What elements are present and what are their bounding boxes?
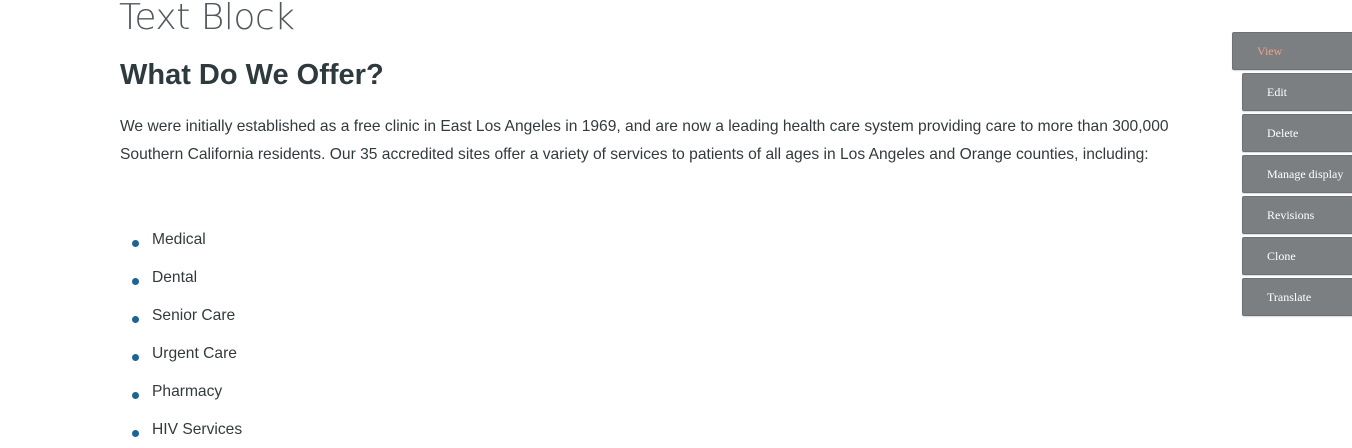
bullet-icon	[132, 354, 139, 361]
list-item: Dental	[120, 264, 242, 302]
tab-revisions[interactable]: Revisions	[1242, 196, 1352, 234]
tab-clone[interactable]: Clone	[1242, 237, 1352, 275]
service-label: HIV Services	[152, 421, 243, 438]
tab-edit[interactable]: Edit	[1242, 73, 1352, 111]
tab-manage-display[interactable]: Manage display	[1242, 155, 1352, 193]
tab-view[interactable]: View	[1232, 32, 1352, 70]
tab-delete[interactable]: Delete	[1242, 114, 1352, 152]
tab-translate[interactable]: Translate	[1242, 278, 1352, 316]
bullet-icon	[132, 278, 139, 285]
list-item: HIV Services	[120, 416, 242, 448]
list-item: Urgent Care	[120, 340, 242, 378]
service-label: Pharmacy	[152, 383, 223, 400]
list-item: Pharmacy	[120, 378, 242, 416]
bullet-icon	[132, 430, 139, 437]
block-title: Text Block	[119, 0, 295, 38]
service-label: Medical	[152, 231, 206, 248]
intro-paragraph: We were initially established as a free …	[120, 118, 1169, 163]
section-heading: What Do We Offer?	[120, 59, 384, 91]
bullet-icon	[132, 392, 139, 399]
list-item: Senior Care	[120, 302, 242, 340]
service-label: Senior Care	[152, 307, 236, 324]
bullet-icon	[132, 316, 139, 323]
service-label: Dental	[152, 269, 198, 286]
bullet-icon	[132, 240, 139, 247]
service-label: Urgent Care	[152, 345, 237, 362]
services-list: Medical Dental Senior Care Urgent Care P…	[120, 226, 242, 448]
list-item: Medical	[120, 226, 242, 264]
page: Text Block What Do We Offer? We were ini…	[0, 0, 1352, 448]
